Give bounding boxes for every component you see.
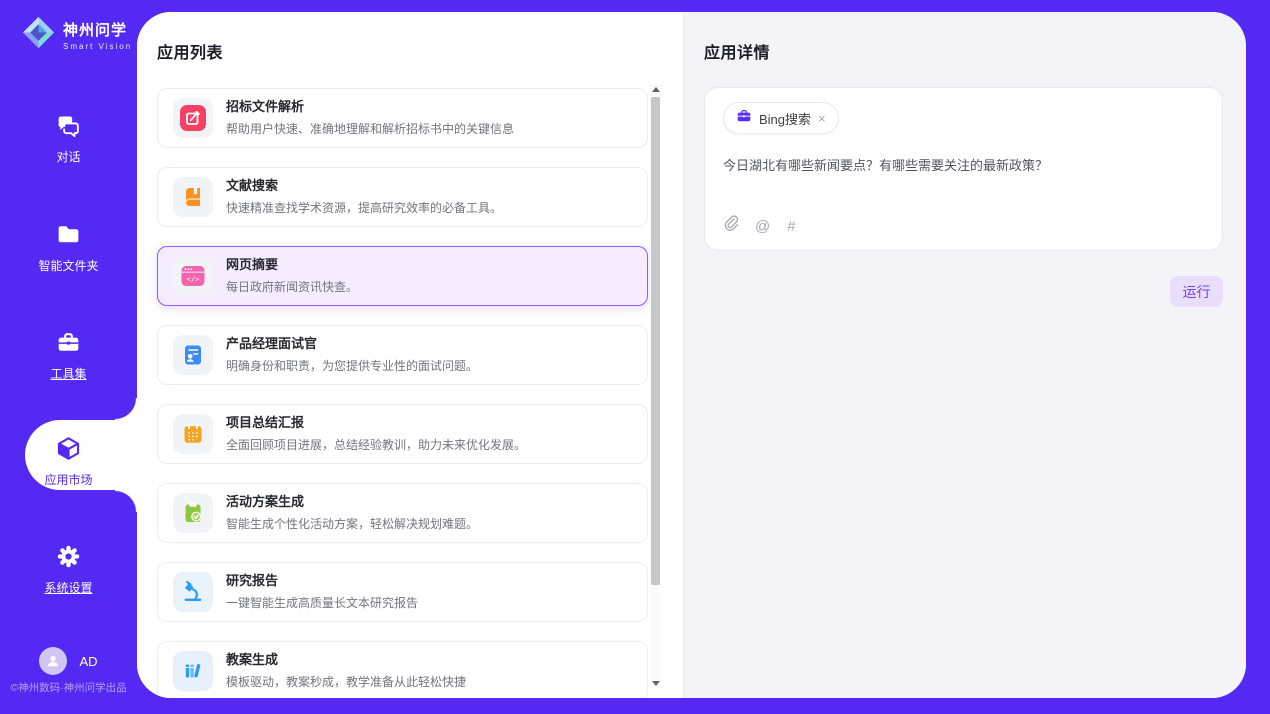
app-card-desc: 每日政府新闻资讯快查。 [226, 278, 358, 295]
chip-close-icon[interactable]: × [818, 112, 826, 125]
app-card-desc: 明确身份和职责，为您提供专业性的面试问题。 [226, 357, 478, 374]
bid-doc-icon [173, 98, 213, 138]
app-card-bid-doc[interactable]: 招标文件解析 帮助用户快速、准确地理解和解析招标书中的关键信息 [157, 88, 648, 148]
app-card-microscope[interactable]: 研究报告 一键智能生成高质量长文本研究报告 [157, 562, 648, 622]
app-card-desc: 快速精准查找学术资源，提高研究效率的必备工具。 [226, 199, 502, 216]
sidebar-item-toolset[interactable]: 工具集 [0, 329, 137, 382]
sidebar-item-label: 智能文件夹 [0, 257, 137, 274]
chat-icon [55, 126, 82, 143]
scrollbar-thumb[interactable] [651, 97, 660, 585]
sidebar-item-label: 应用市场 [0, 471, 137, 488]
logo-title: 神州问学 [63, 19, 132, 40]
sidebar-item-settings[interactable]: 系统设置 [0, 543, 137, 596]
logo-subtitle: Smart Vision [63, 42, 132, 51]
sidebar-item-label: 对话 [0, 148, 137, 165]
app-card-notepad[interactable]: 项目总结汇报 全面回顾项目进展，总结经验教训，助力未来优化发展。 [157, 404, 648, 464]
app-card-books[interactable]: 教案生成 模板驱动，教案秒成，教学准备从此轻松快捷 [157, 641, 648, 698]
app-card-name: 项目总结汇报 [226, 415, 526, 431]
run-row: 运行 [704, 276, 1223, 307]
app-card-name: 招标文件解析 [226, 99, 514, 115]
app-detail-pane: 应用详情 Bing搜索 × 今日湖北有哪些新闻要点？有哪些需要关注的最新政 [683, 12, 1246, 698]
app-card-desc: 一键智能生成高质量长文本研究报告 [226, 594, 418, 611]
logo-diamond-icon [21, 15, 56, 55]
app-card-book[interactable]: 文献搜索 快速精准查找学术资源，提高研究效率的必备工具。 [157, 167, 648, 227]
tool-chip-bing-search[interactable]: Bing搜索 × [723, 102, 839, 134]
app-card-name: 网页摘要 [226, 257, 358, 273]
books-icon [173, 651, 213, 691]
user-account[interactable]: AD [0, 647, 137, 675]
prompt-input[interactable]: 今日湖北有哪些新闻要点？有哪些需要关注的最新政策？ [723, 156, 1204, 175]
interview-icon [173, 335, 213, 375]
app-card-name: 教案生成 [226, 652, 466, 668]
app-card-name: 文献搜索 [226, 178, 502, 194]
bubble-fillet-bottom [115, 490, 137, 512]
notepad-icon [173, 414, 213, 454]
main-content: 应用列表 招标文件解析 帮助用户快速、准确地理解和解析招标书中的关键信息 文献搜… [137, 12, 1246, 698]
cube-icon [55, 449, 82, 466]
app-card-interview[interactable]: 产品经理面试官 明确身份和职责，为您提供专业性的面试问题。 [157, 325, 648, 385]
attachment-toolbar: @ # [723, 215, 796, 237]
app-card-desc: 全面回顾项目进展，总结经验教训，助力未来优化发展。 [226, 436, 526, 453]
briefcase-icon [55, 343, 82, 360]
app-card-name: 研究报告 [226, 573, 418, 589]
app-card-webpage[interactable]: </> 网页摘要 每日政府新闻资讯快查。 [157, 246, 648, 306]
app-logo: 神州问学 Smart Vision [21, 15, 132, 55]
app-card-name: 活动方案生成 [226, 494, 478, 510]
app-detail-title: 应用详情 [704, 39, 1223, 63]
bubble-fillet-top [115, 398, 137, 420]
paperclip-icon[interactable] [723, 215, 738, 237]
app-card-clipboard[interactable]: 活动方案生成 智能生成个性化活动方案，轻松解决规划难题。 [157, 483, 648, 543]
scrollbar-up-arrow-icon[interactable] [650, 84, 661, 94]
microscope-icon [173, 572, 213, 612]
sidebar-item-app-market[interactable]: 应用市场 [0, 435, 137, 488]
sidebar-item-smart-folder[interactable]: 智能文件夹 [0, 221, 137, 274]
user-initials: AD [79, 654, 97, 669]
scrollbar-down-arrow-icon[interactable] [650, 678, 661, 688]
app-card-desc: 模板驱动，教案秒成，教学准备从此轻松快捷 [226, 673, 466, 690]
sidebar: 神州问学 Smart Vision 对话 智能文件夹 [0, 0, 137, 714]
app-card-desc: 智能生成个性化活动方案，轻松解决规划难题。 [226, 515, 478, 532]
sidebar-item-label: 工具集 [0, 365, 137, 382]
sidebar-item-chat[interactable]: 对话 [0, 112, 137, 165]
app-list-scrollbar [650, 84, 661, 688]
copyright-text: ©神州数码·神州问学出品 [0, 680, 137, 695]
app-list-title: 应用列表 [157, 39, 683, 63]
app-window: 神州问学 Smart Vision 对话 智能文件夹 [0, 0, 1270, 714]
book-icon [173, 177, 213, 217]
app-card-desc: 帮助用户快速、准确地理解和解析招标书中的关键信息 [226, 120, 514, 137]
folder-icon [55, 235, 82, 252]
sidebar-item-label: 系统设置 [0, 579, 137, 596]
prompt-card[interactable]: Bing搜索 × 今日湖北有哪些新闻要点？有哪些需要关注的最新政策？ @ # [704, 87, 1223, 251]
run-button[interactable]: 运行 [1170, 276, 1223, 307]
webpage-icon: </> [173, 256, 213, 296]
hash-icon[interactable]: # [787, 219, 795, 234]
app-card-name: 产品经理面试官 [226, 336, 478, 352]
svg-text:</>: </> [187, 275, 200, 283]
at-icon[interactable]: @ [755, 219, 770, 234]
briefcase-icon [736, 108, 752, 129]
clipboard-icon [173, 493, 213, 533]
avatar [39, 647, 67, 675]
gear-icon [55, 557, 82, 574]
app-list-pane: 应用列表 招标文件解析 帮助用户快速、准确地理解和解析招标书中的关键信息 文献搜… [137, 12, 683, 698]
tool-chip-label: Bing搜索 [759, 109, 811, 128]
app-list: 招标文件解析 帮助用户快速、准确地理解和解析招标书中的关键信息 文献搜索 快速精… [157, 88, 648, 698]
